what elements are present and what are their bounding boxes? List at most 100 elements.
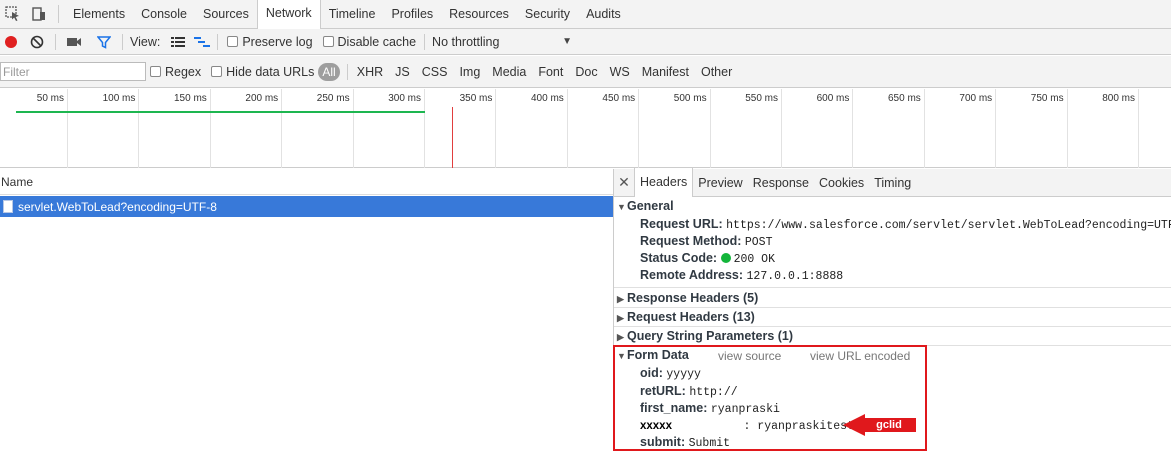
timeline-gridline (67, 89, 68, 168)
regex-checkbox[interactable]: Regex (150, 65, 201, 79)
checkbox-box[interactable] (322, 35, 334, 47)
timeline-gridline (995, 89, 997, 168)
preserve-log-checkbox[interactable]: Preserve log (227, 34, 313, 49)
status-code-label: Status Code: (640, 251, 718, 265)
timeline-overview[interactable]: 50 ms 100 ms 150 ms 200 ms 250 ms 300 ms 350 m… (0, 89, 1171, 168)
tab-console[interactable]: Console (133, 0, 195, 29)
type-filter-css[interactable]: CSS (416, 65, 454, 79)
type-filter-other[interactable]: Other (695, 65, 738, 79)
timeline-tick-label: 50 ms (36, 93, 64, 104)
record-icon[interactable] (0, 29, 22, 55)
request-headers-section[interactable]: ▶ Request Headers (13) (617, 310, 755, 324)
timeline-gridline (495, 89, 497, 168)
annotation-highlight-box (613, 345, 927, 451)
tab-timeline[interactable]: Timeline (321, 0, 384, 29)
section-divider (614, 287, 1171, 288)
name-column-header[interactable]: Name (0, 169, 613, 195)
timeline-tick-label: 400 ms (531, 93, 564, 104)
timeline-tick-label: 800 ms (1102, 93, 1135, 104)
filter-input[interactable] (0, 62, 146, 81)
device-mode-icon[interactable] (26, 0, 52, 29)
timeline-tick-label: 750 ms (1030, 93, 1064, 104)
throttling-select[interactable]: No throttling ▼ (432, 35, 572, 49)
triangle-right-icon: ▶ (617, 332, 624, 342)
timeline-tick-label: 350 ms (459, 93, 493, 104)
type-filter-manifest[interactable]: Manifest (636, 65, 695, 79)
query-string-section[interactable]: ▶ Query String Parameters (1) (617, 329, 793, 343)
filter-separator (346, 63, 348, 80)
tab-headers[interactable]: Headers (634, 168, 694, 197)
timeline-gridline (709, 89, 711, 168)
tab-sources[interactable]: Sources (195, 0, 257, 29)
general-title: General (627, 199, 674, 213)
hide-data-urls-checkbox[interactable]: Hide data URLs (211, 65, 314, 79)
timeline-tick-label: 500 ms (673, 93, 707, 104)
filter-icon[interactable] (89, 29, 119, 55)
toolbar-separator (217, 33, 219, 50)
request-row[interactable]: servlet.WebToLead?encoding=UTF-8 (0, 196, 613, 217)
checkbox-box[interactable] (211, 65, 223, 77)
timeline-gridline (424, 89, 425, 168)
type-filter-img[interactable]: Img (453, 65, 486, 79)
general-section-header[interactable]: ▼General (617, 199, 674, 213)
remote-address-row: Remote Address: 127.0.0.1:8888 (640, 268, 843, 283)
tab-audits[interactable]: Audits (578, 0, 629, 29)
timeline-request-bar (16, 111, 425, 113)
tabbar-separator (58, 5, 59, 23)
timeline-gridline (138, 89, 140, 168)
request-headers-title: Request Headers (13) (627, 310, 755, 324)
request-name: servlet.WebToLead?encoding=UTF-8 (18, 199, 217, 214)
request-method-row: Request Method: POST (640, 234, 772, 249)
type-filter-doc[interactable]: Doc (569, 65, 603, 79)
inspect-element-icon[interactable] (0, 0, 26, 29)
tab-profiles[interactable]: Profiles (383, 0, 441, 29)
disable-cache-checkbox[interactable]: Disable cache (322, 35, 416, 49)
type-filter-xhr[interactable]: XHR (351, 65, 389, 79)
hide-data-urls-label: Hide data URLs (226, 64, 315, 79)
annotation-label: gclid (862, 418, 916, 432)
tab-elements[interactable]: Elements (65, 0, 133, 29)
throttling-value: No throttling (432, 34, 500, 49)
timeline-gridline (281, 89, 283, 168)
preserve-log-label: Preserve log (242, 34, 313, 49)
regex-label: Regex (165, 64, 202, 79)
tab-preview[interactable]: Preview (693, 169, 747, 197)
tab-cookies[interactable]: Cookies (814, 169, 869, 197)
clear-icon[interactable] (22, 29, 52, 55)
status-code-value: 200 OK (733, 253, 775, 266)
close-icon[interactable]: ✕ (614, 174, 634, 191)
toolbar-separator (55, 33, 56, 50)
timeline-tick-label: 200 ms (245, 93, 279, 104)
response-headers-title: Response Headers (5) (627, 291, 759, 305)
type-filter-font[interactable]: Font (532, 65, 569, 79)
type-filter-ws[interactable]: WS (604, 65, 636, 79)
timeline-gridline (566, 89, 568, 168)
capture-screenshots-icon[interactable] (59, 29, 89, 55)
timeline-gridline (1066, 89, 1068, 168)
tab-network[interactable]: Network (256, 0, 321, 29)
tab-resources[interactable]: Resources (441, 0, 517, 29)
checkbox-box[interactable] (227, 35, 239, 47)
details-tabbar: ✕ Headers Preview Response Cookies Timin… (614, 168, 1171, 197)
status-code-row: Status Code: 200 OK (640, 251, 775, 266)
request-method-label: Request Method: (640, 234, 742, 248)
timeline-gridline (923, 89, 925, 168)
section-divider (614, 307, 1171, 308)
tab-timing[interactable]: Timing (869, 169, 916, 197)
tab-response[interactable]: Response (748, 169, 814, 197)
type-filter-media[interactable]: Media (486, 65, 532, 79)
checkbox-box[interactable] (150, 65, 161, 77)
status-dot-icon (720, 253, 731, 263)
large-rows-icon[interactable] (166, 29, 190, 55)
toolbar-separator (122, 33, 123, 50)
timeline-tick-label: 450 ms (602, 93, 636, 104)
response-headers-section[interactable]: ▶ Response Headers (5) (617, 291, 758, 305)
timeline-gridline (352, 89, 354, 168)
section-divider (614, 326, 1171, 327)
type-filter-all[interactable]: All (318, 62, 340, 81)
chevron-down-icon: ▼ (562, 36, 573, 47)
tab-security[interactable]: Security (517, 0, 578, 29)
overview-icon[interactable] (190, 29, 214, 55)
view-label: View: (130, 34, 161, 49)
type-filter-js[interactable]: JS (389, 65, 416, 79)
